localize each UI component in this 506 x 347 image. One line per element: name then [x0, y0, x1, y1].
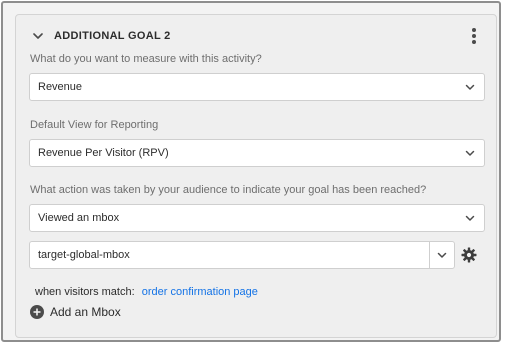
action-select-value: Viewed an mbox — [38, 212, 120, 224]
mbox-dropdown-button[interactable] — [429, 242, 454, 268]
collapse-toggle[interactable] — [30, 28, 46, 44]
measure-select-value: Revenue — [38, 81, 83, 93]
reporting-label: Default View for Reporting — [30, 119, 159, 131]
reporting-select[interactable]: Revenue Per Visitor (RPV) — [29, 139, 485, 167]
more-options-button[interactable] — [466, 26, 482, 46]
goal-title: ADDITIONAL GOAL 2 — [54, 30, 171, 42]
add-mbox-label: Add an Mbox — [50, 305, 121, 319]
chevron-down-icon — [437, 252, 447, 258]
measure-label: What do you want to measure with this ac… — [30, 53, 262, 65]
goal-card: ADDITIONAL GOAL 2 What do you want to me… — [15, 14, 497, 338]
action-label: What action was taken by your audience t… — [30, 184, 427, 196]
mbox-input[interactable] — [30, 242, 429, 268]
mbox-combobox — [29, 241, 455, 269]
order-confirmation-link[interactable]: order confirmation page — [142, 286, 258, 298]
chevron-down-icon — [456, 205, 484, 231]
window-frame: ADDITIONAL GOAL 2 What do you want to me… — [1, 1, 501, 342]
reporting-select-value: Revenue Per Visitor (RPV) — [38, 147, 169, 159]
match-prefix: when visitors match: — [35, 286, 135, 298]
goal-header: ADDITIONAL GOAL 2 — [30, 22, 482, 50]
add-circle-icon — [30, 305, 44, 319]
action-select[interactable]: Viewed an mbox — [29, 204, 485, 232]
chevron-down-icon — [456, 74, 484, 100]
measure-select[interactable]: Revenue — [29, 73, 485, 101]
more-vertical-icon — [472, 28, 476, 32]
add-mbox-button[interactable]: Add an Mbox — [30, 305, 121, 319]
gear-icon[interactable] — [461, 247, 477, 263]
match-row: when visitors match: order confirmation … — [35, 286, 258, 298]
chevron-down-icon — [456, 140, 484, 166]
chevron-down-icon — [33, 33, 43, 39]
